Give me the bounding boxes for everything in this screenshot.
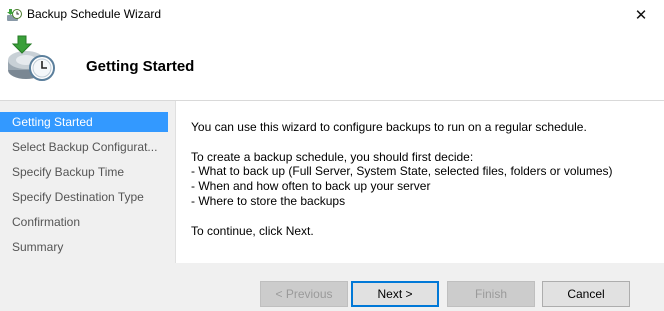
backup-wizard-icon [7,9,22,21]
backup-clock-icon [8,35,55,81]
step-specify-destination-type[interactable]: Specify Destination Type [0,187,168,207]
continue-text: To continue, click Next. [191,224,314,238]
step-specify-backup-time[interactable]: Specify Backup Time [0,162,168,182]
wizard-steps-nav: Getting Started Select Backup Configurat… [0,101,175,311]
bullet-where: - Where to store the backups [191,194,346,208]
create-lead-text: To create a backup schedule, you should … [191,150,474,164]
step-getting-started[interactable]: Getting Started [0,112,168,132]
bullet-what: - What to back up (Full Server, System S… [191,164,613,178]
cancel-button[interactable]: Cancel [542,281,630,307]
wizard-header: Getting Started [0,30,664,100]
window-title: Backup Schedule Wizard [27,7,162,21]
title-bar: Backup Schedule Wizard ✕ [0,0,664,30]
step-summary[interactable]: Summary [0,237,168,257]
finish-button[interactable]: Finish [447,281,535,307]
previous-button[interactable]: < Previous [260,281,348,307]
close-icon: ✕ [634,7,648,24]
close-button[interactable]: ✕ [618,0,664,30]
page-heading: Getting Started [86,58,195,75]
step-select-backup-configuration[interactable]: Select Backup Configurat... [0,137,168,157]
intro-text: You can use this wizard to configure bac… [191,120,587,134]
bullet-when: - When and how often to back up your ser… [191,179,431,193]
next-button[interactable]: Next > [351,281,439,307]
step-confirmation[interactable]: Confirmation [0,212,168,232]
wizard-content: You can use this wizard to configure bac… [175,101,664,263]
